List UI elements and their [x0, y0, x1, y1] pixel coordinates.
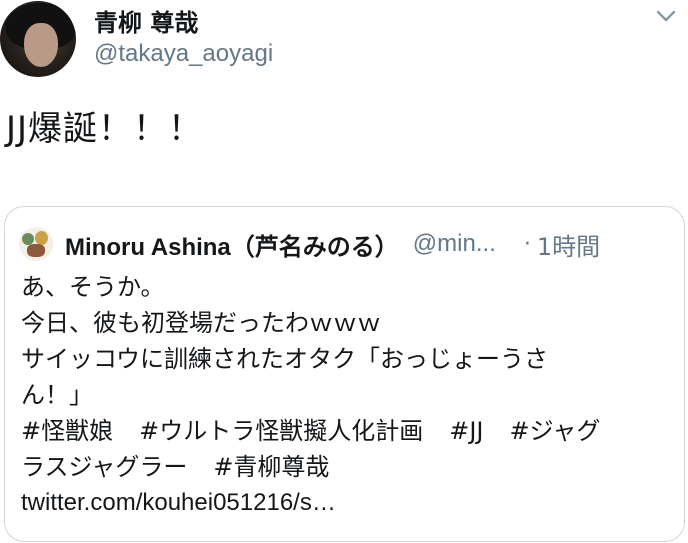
quoted-tweet-body: あ、そうか。 今日、彼も初登場だったわｗｗｗ サイッコウに訓練されたオタク「おっ…	[21, 269, 671, 521]
hashtag-line: ラスジャグラー #青柳尊哉	[21, 449, 671, 485]
quoted-text-line: ん！」	[21, 381, 93, 409]
quoted-text-line: 今日、彼も初登場だったわｗｗｗ	[21, 309, 381, 337]
tweet-text: JJ爆誕！！！	[6, 109, 204, 149]
hashtag[interactable]: #怪獣娘	[21, 417, 113, 445]
hashtag[interactable]: #ジャグ	[509, 417, 600, 445]
author-name[interactable]: 青柳 尊哉	[94, 3, 198, 38]
quoted-text-line: サイッコウに訓練されたオタク「おっじょーうさ	[21, 345, 549, 373]
chevron-down-icon[interactable]	[654, 6, 678, 26]
quoted-tweet-link[interactable]: twitter.com/kouhei051216/s…	[21, 485, 671, 521]
hashtag[interactable]: #ウルトラ怪獣擬人化計画	[139, 417, 423, 445]
quoted-tweet-card[interactable]: Minoru Ashina（芦名みのる） @min... · 1時間 あ、そうか…	[4, 206, 685, 542]
quoted-author-name[interactable]: Minoru Ashina（芦名みのる）	[65, 227, 399, 262]
hashtag[interactable]: #青柳尊哉	[213, 453, 329, 481]
quoted-author-avatar[interactable]	[19, 227, 53, 261]
avatar-shape	[27, 244, 45, 257]
tweet-author-avatar[interactable]	[0, 1, 76, 77]
quoted-text-line: あ、そうか。	[21, 273, 165, 301]
hashtag[interactable]: ラスジャグラー	[21, 453, 187, 481]
quoted-tweet-timestamp[interactable]: 1時間	[537, 227, 600, 262]
avatar-face	[24, 23, 58, 67]
avatar-shape	[35, 231, 48, 245]
header-separator: ·	[523, 231, 531, 257]
quoted-author-handle[interactable]: @min...	[413, 230, 496, 258]
hashtag[interactable]: #JJ	[449, 417, 483, 445]
hashtag-line: #怪獣娘 #ウルトラ怪獣擬人化計画 #JJ #ジャグ	[21, 413, 671, 449]
quoted-tweet-header: Minoru Ashina（芦名みのる） @min... · 1時間	[19, 227, 600, 261]
author-handle[interactable]: @takaya_aoyagi	[94, 40, 273, 68]
